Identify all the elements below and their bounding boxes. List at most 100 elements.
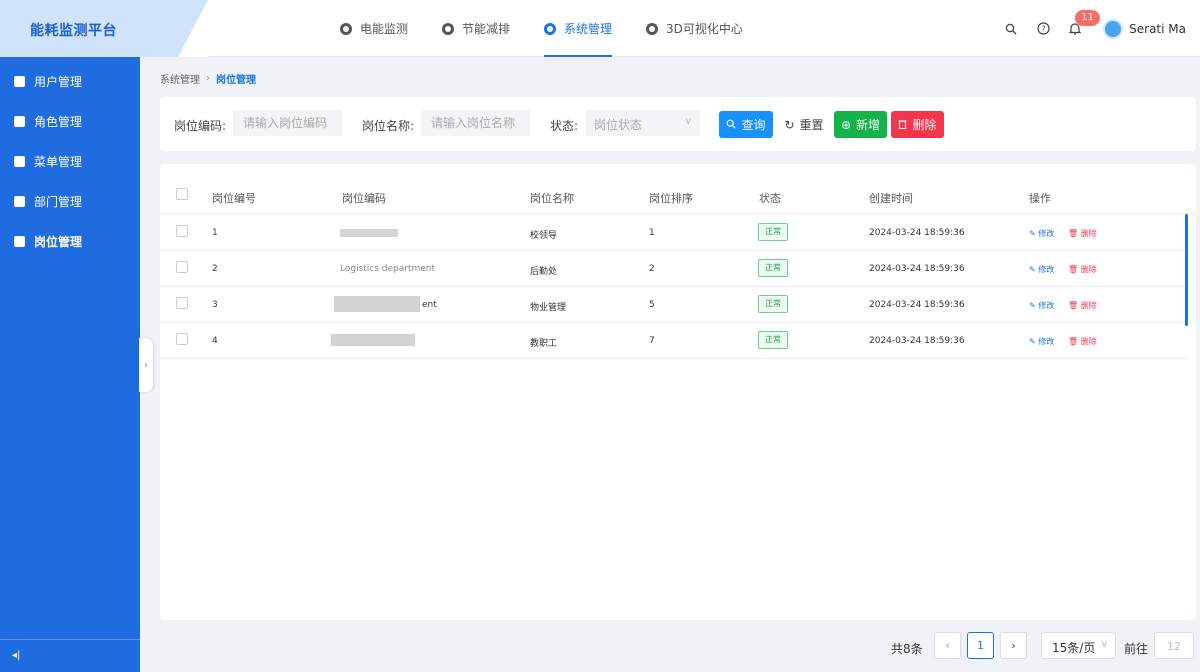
query-button[interactable]: 查询 (719, 111, 773, 138)
chevron-right-icon: › (206, 73, 210, 84)
delete-label: 删除 (1080, 301, 1097, 310)
tab-energy-saving[interactable]: 节能减排 (442, 0, 510, 57)
row-checkbox[interactable] (176, 225, 188, 237)
sidebar: 用户管理 角色管理 菜单管理 部门管理 岗位管理 ◂| (0, 57, 140, 672)
cell-sort: 1 (649, 228, 655, 238)
next-page-button[interactable]: › (1000, 632, 1027, 659)
svg-text:?: ? (1041, 24, 1045, 33)
tab-label: 系统管理 (564, 22, 613, 36)
menu-icon (14, 155, 25, 167)
position-name-input[interactable] (421, 110, 530, 136)
column-header: 操作 (1029, 192, 1051, 205)
prev-page-button[interactable]: ‹ (934, 632, 961, 659)
reset-button[interactable]: ↻ 重置 (777, 111, 831, 138)
delete-label: 删除 (1080, 337, 1097, 346)
sidebar-item-label: 用户管理 (34, 74, 83, 89)
delete-label: 删除 (1080, 265, 1097, 274)
sidebar-item-menus[interactable]: 菜单管理 (0, 141, 140, 181)
goto-label: 前往 (1124, 642, 1149, 656)
status-select[interactable]: 岗位状态 ∨ (586, 110, 700, 136)
add-label: 新增 (856, 118, 881, 132)
pagination: 共8条 ‹ 1 › 15条/页 ∨ 前往 12 (0, 632, 1200, 662)
chevron-right-icon[interactable]: › (139, 338, 153, 392)
row-checkbox[interactable] (176, 333, 188, 345)
leaf-icon (442, 22, 455, 35)
table-row[interactable]: 3 ent 物业管理 5 正常 2024-03-24 18:59:36 ✎ 修改… (160, 287, 1188, 323)
column-header[interactable]: 岗位编码 (342, 190, 386, 206)
breadcrumb: 系统管理 › 岗位管理 (160, 71, 256, 86)
edit-button[interactable]: ✎ 修改 (1029, 300, 1054, 311)
goto-page-input[interactable]: 12 (1154, 632, 1194, 659)
briefcase-icon (14, 235, 25, 247)
table-scrollbar[interactable] (1185, 214, 1188, 326)
bell-icon[interactable]: 11 (1067, 9, 1100, 37)
header-tools: ? 11 Serati Ma (987, 0, 1186, 57)
cell-created: 2024-03-24 18:59:36 (869, 336, 965, 346)
edit-label: 修改 (1038, 301, 1055, 310)
edit-label: 修改 (1038, 229, 1055, 238)
energy-icon (340, 22, 352, 35)
sidebar-item-label: 角色管理 (34, 114, 83, 129)
page-number[interactable]: 1 (967, 632, 994, 659)
notification-badge: 11 (1075, 9, 1100, 26)
code-label: 岗位编码: (174, 119, 227, 133)
cell-id: 2 (212, 264, 218, 274)
column-header[interactable]: 岗位编号 (212, 190, 256, 206)
redacted-code (331, 334, 415, 346)
trash-icon (898, 118, 907, 132)
row-checkbox[interactable] (176, 297, 188, 309)
help-icon[interactable]: ? (1035, 21, 1051, 37)
user-icon (14, 75, 25, 87)
table-row[interactable]: 4 教职工 7 正常 2024-03-24 18:59:36 ✎ 修改 🗑 删除 (160, 323, 1188, 359)
redacted-code (334, 296, 420, 312)
status-badge: 正常 (758, 331, 788, 349)
cell-sort: 2 (649, 264, 655, 274)
select-all-checkbox[interactable] (176, 188, 188, 200)
delete-label: 删除 (1080, 229, 1097, 238)
tab-system-management[interactable]: 系统管理 (544, 0, 613, 57)
table-row[interactable]: 2 Logistics department 后勤处 2 正常 2024-03-… (160, 251, 1188, 287)
cell-created: 2024-03-24 18:59:36 (869, 300, 965, 310)
tab-3d-visualization[interactable]: 3D可视化中心 (646, 0, 743, 57)
delete-button[interactable]: 删除 (891, 111, 944, 138)
tab-energy-monitoring[interactable]: 电能监测 (340, 0, 408, 57)
reset-label: 重置 (799, 118, 824, 132)
sidebar-item-label: 菜单管理 (34, 154, 83, 169)
position-code-input[interactable] (233, 110, 342, 136)
cell-name: 教职工 (530, 339, 558, 349)
cube-icon (646, 22, 659, 35)
sidebar-item-departments[interactable]: 部门管理 (0, 181, 140, 221)
name-label: 岗位名称: (362, 119, 415, 133)
status-badge: 正常 (758, 223, 788, 241)
avatar[interactable] (1103, 18, 1124, 39)
table-header: 岗位编号 岗位编码 岗位名称 岗位排序 状态 创建时间 操作 (160, 178, 1196, 214)
sidebar-item-users[interactable]: 用户管理 (0, 61, 140, 101)
sidebar-item-label: 岗位管理 (34, 234, 83, 249)
column-header[interactable]: 创建时间 (869, 190, 913, 206)
redacted-code (340, 229, 398, 237)
username[interactable]: Serati Ma (1129, 22, 1186, 36)
add-button[interactable]: ⊕ 新增 (834, 111, 887, 138)
column-header[interactable]: 岗位名称 (530, 190, 574, 206)
table-row[interactable]: 1 校领导 1 正常 2024-03-24 18:59:36 ✎ 修改 🗑 删除 (160, 215, 1188, 251)
search-icon[interactable] (1003, 21, 1019, 37)
search-panel: 岗位编码: 岗位名称: 状态: 岗位状态 ∨ 查询 ↻ 重置 ⊕ 新增 删除 (160, 97, 1196, 151)
row-delete-button[interactable]: 🗑 删除 (1068, 336, 1097, 347)
row-delete-button[interactable]: 🗑 删除 (1068, 264, 1097, 275)
edit-button[interactable]: ✎ 修改 (1029, 336, 1054, 347)
row-checkbox[interactable] (176, 261, 188, 273)
breadcrumb-parent[interactable]: 系统管理 (160, 71, 200, 86)
sidebar-item-positions[interactable]: 岗位管理 (0, 221, 140, 261)
page-size-select[interactable]: 15条/页 ∨ (1041, 632, 1116, 659)
system-icon (544, 22, 557, 35)
cell-id: 3 (212, 300, 218, 310)
sidebar-item-roles[interactable]: 角色管理 (0, 101, 140, 141)
app-title: 能耗监测平台 (30, 23, 117, 39)
row-delete-button[interactable]: 🗑 删除 (1068, 300, 1097, 311)
edit-button[interactable]: ✎ 修改 (1029, 228, 1054, 239)
row-delete-button[interactable]: 🗑 删除 (1068, 228, 1097, 239)
column-header[interactable]: 状态 (759, 190, 781, 206)
position-table: 岗位编号 岗位编码 岗位名称 岗位排序 状态 创建时间 操作 1 校领导 1 正… (160, 164, 1196, 620)
column-header[interactable]: 岗位排序 (649, 190, 693, 206)
edit-button[interactable]: ✎ 修改 (1029, 264, 1054, 275)
